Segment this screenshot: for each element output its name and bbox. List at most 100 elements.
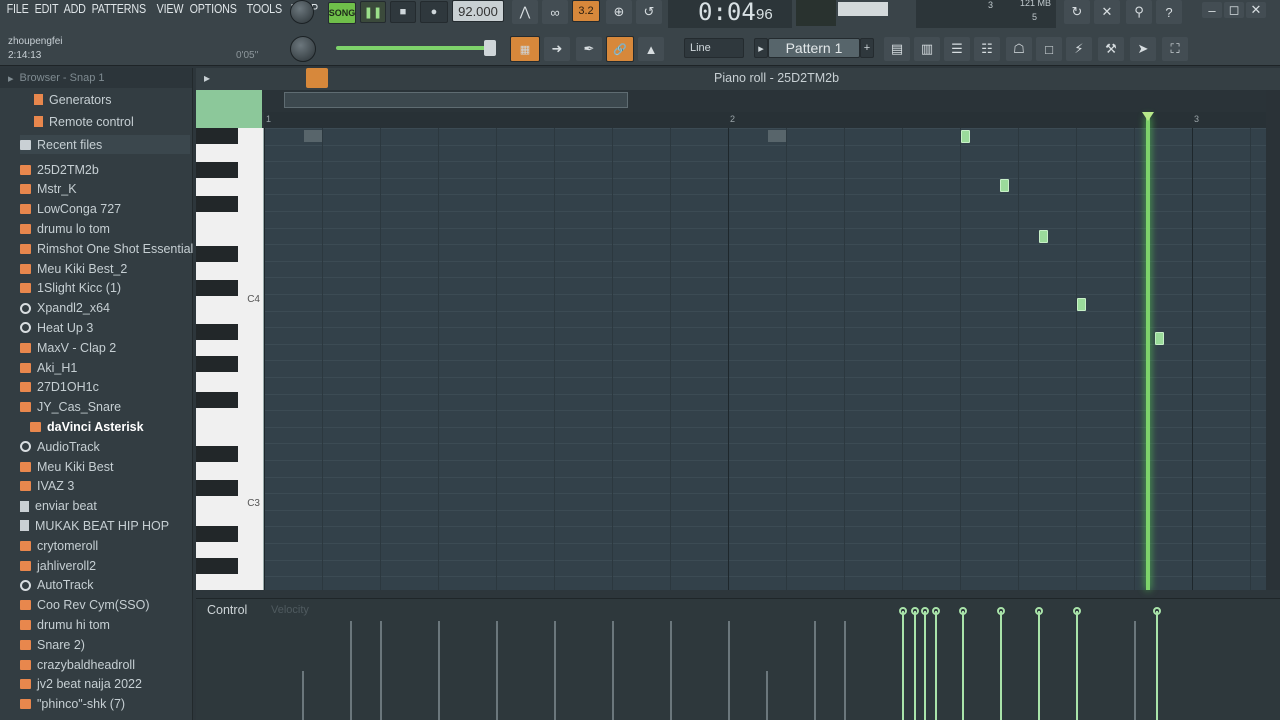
black-key[interactable] bbox=[196, 446, 238, 462]
browser-nav-icon[interactable]: ▸ bbox=[8, 72, 14, 85]
velocity-bar[interactable] bbox=[728, 621, 730, 720]
pencil-icon[interactable]: ✒ bbox=[576, 37, 602, 61]
tempo-display[interactable]: 92.000 bbox=[452, 0, 504, 22]
blend-notes-icon[interactable]: ⊕ bbox=[606, 0, 632, 24]
recent-file-item[interactable]: Meu Kiki Best bbox=[20, 457, 113, 476]
recent-file-item[interactable]: enviar beat bbox=[20, 497, 97, 516]
recent-file-item[interactable]: IVAZ 3 bbox=[20, 477, 74, 496]
velocity-bar[interactable] bbox=[1156, 611, 1158, 720]
recent-file-item[interactable]: LowConga 727 bbox=[20, 200, 121, 219]
note-grid[interactable] bbox=[264, 128, 1266, 590]
snap-select[interactable]: Line bbox=[684, 38, 744, 58]
playlist-icon[interactable]: ▤ bbox=[884, 37, 910, 61]
recent-file-item[interactable]: AudioTrack bbox=[20, 437, 100, 456]
piano-roll-view-button[interactable]: ▦ bbox=[510, 36, 540, 62]
refresh-icon[interactable]: ↻ bbox=[1064, 0, 1090, 24]
velocity-bar[interactable] bbox=[554, 621, 556, 720]
black-key[interactable] bbox=[196, 480, 238, 496]
step-edit-button[interactable]: 3.2 bbox=[572, 0, 600, 22]
maximize-icon[interactable]: ◻ bbox=[1224, 2, 1244, 18]
velocity-bar[interactable] bbox=[962, 611, 964, 720]
note[interactable] bbox=[1155, 332, 1164, 345]
black-key[interactable] bbox=[196, 246, 238, 262]
recent-file-item[interactable]: Meu Kiki Best_2 bbox=[20, 259, 127, 278]
pattern-prev-button[interactable]: ▸ bbox=[754, 38, 768, 58]
tools-icon[interactable]: ✕ bbox=[1094, 0, 1120, 24]
record-button[interactable]: ● bbox=[420, 1, 448, 23]
black-key[interactable] bbox=[196, 128, 238, 144]
master-volume-knob[interactable] bbox=[290, 0, 314, 24]
velocity-bar[interactable] bbox=[1038, 611, 1040, 720]
browser-section-generators[interactable]: Generators bbox=[34, 90, 112, 109]
velocity-handle[interactable] bbox=[997, 607, 1005, 615]
velocity-handle[interactable] bbox=[921, 607, 929, 615]
recent-file-item[interactable]: daVinci Asterisk bbox=[30, 417, 144, 436]
slider-handle[interactable] bbox=[484, 40, 496, 56]
master-volume-slider[interactable] bbox=[336, 46, 492, 50]
close-icon[interactable]: ✕ bbox=[1246, 2, 1266, 18]
recent-file-item[interactable]: MaxV - Clap 2 bbox=[20, 338, 116, 357]
master-pitch-knob[interactable] bbox=[290, 36, 316, 62]
piano-roll-icon[interactable]: ▥ bbox=[914, 37, 940, 61]
control-label[interactable]: Control bbox=[207, 603, 247, 617]
recent-file-item[interactable]: drumu hi tom bbox=[20, 615, 110, 634]
pause-button[interactable]: ❚❚ bbox=[360, 1, 386, 23]
link-button[interactable]: 🔗 bbox=[606, 36, 634, 62]
playhead-marker-icon[interactable] bbox=[1142, 112, 1154, 121]
note[interactable] bbox=[1039, 230, 1048, 243]
velocity-bar[interactable] bbox=[350, 621, 352, 720]
recent-file-item[interactable]: jv2 beat naija 2022 bbox=[20, 675, 142, 694]
menu-file[interactable]: FILE bbox=[4, 0, 31, 20]
velocity-bar[interactable] bbox=[914, 611, 916, 720]
velocity-bar[interactable] bbox=[935, 611, 937, 720]
recent-file-item[interactable]: jahliveroll2 bbox=[20, 556, 96, 575]
piano-keyboard[interactable]: C4 C3 bbox=[196, 128, 264, 590]
channel-rack-icon[interactable]: ☰ bbox=[944, 37, 970, 61]
arrow-right-icon[interactable]: ➜ bbox=[544, 37, 570, 61]
metronome-icon[interactable]: ⋀ bbox=[512, 0, 538, 24]
velocity-bar[interactable] bbox=[1000, 611, 1002, 720]
note[interactable] bbox=[1077, 298, 1086, 311]
event-control-lane[interactable]: Control Velocity bbox=[196, 598, 1280, 720]
velocity-bar[interactable] bbox=[438, 621, 440, 720]
menu-tools[interactable]: TOOLS bbox=[244, 0, 285, 20]
black-key[interactable] bbox=[196, 392, 238, 408]
menu-patterns[interactable]: PATTERNS bbox=[89, 0, 149, 20]
song-mode-button[interactable]: SONG bbox=[328, 2, 356, 24]
loop-record-icon[interactable]: ↺ bbox=[636, 0, 662, 24]
mixer-icon[interactable]: ☷ bbox=[974, 37, 1000, 61]
recent-file-item[interactable]: Aki_H1 bbox=[20, 358, 77, 377]
black-key[interactable] bbox=[196, 324, 238, 340]
recent-file-item[interactable]: Heat Up 3 bbox=[20, 318, 93, 337]
recent-file-item[interactable]: MUKAK BEAT HIP HOP bbox=[20, 516, 169, 535]
velocity-bar[interactable] bbox=[612, 621, 614, 720]
menu-options[interactable]: OPTIONS bbox=[187, 0, 239, 20]
overview-scrollbar[interactable] bbox=[284, 92, 628, 108]
time-ruler[interactable]: 1 2 3 bbox=[264, 112, 1266, 128]
recent-file-item[interactable]: "phinco"-shk (7) bbox=[20, 695, 125, 714]
recent-file-item[interactable]: Xpandl2_x64 bbox=[20, 299, 110, 318]
velocity-handle[interactable] bbox=[1073, 607, 1081, 615]
menu-edit[interactable]: EDIT bbox=[32, 0, 61, 20]
stamp-icon[interactable]: ▲ bbox=[638, 37, 664, 61]
note[interactable] bbox=[961, 130, 970, 143]
black-key[interactable] bbox=[196, 356, 238, 372]
velocity-handle[interactable] bbox=[899, 607, 907, 615]
velocity-bar[interactable] bbox=[814, 621, 816, 720]
recent-file-item[interactable]: 1Slight Kicc (1) bbox=[20, 279, 121, 298]
render-icon[interactable]: ➤ bbox=[1130, 37, 1156, 61]
black-key[interactable] bbox=[196, 280, 238, 296]
pr-menu-arrow-icon[interactable]: ▸ bbox=[204, 71, 210, 85]
velocity-bar[interactable] bbox=[302, 671, 304, 720]
stop-button[interactable]: ■ bbox=[390, 1, 416, 23]
help-icon[interactable]: ? bbox=[1156, 0, 1182, 24]
recent-file-item[interactable]: Mstr_K bbox=[20, 180, 77, 199]
velocity-bar[interactable] bbox=[496, 621, 498, 720]
recent-file-item[interactable]: 25D2TM2b bbox=[20, 160, 99, 179]
pattern-selector[interactable]: Pattern 1 bbox=[768, 38, 860, 58]
velocity-handle[interactable] bbox=[1153, 607, 1161, 615]
velocity-bar[interactable] bbox=[924, 611, 926, 720]
menu-view[interactable]: VIEW bbox=[154, 0, 186, 20]
velocity-bar[interactable] bbox=[670, 621, 672, 720]
project-icon[interactable]: □ bbox=[1036, 37, 1062, 61]
